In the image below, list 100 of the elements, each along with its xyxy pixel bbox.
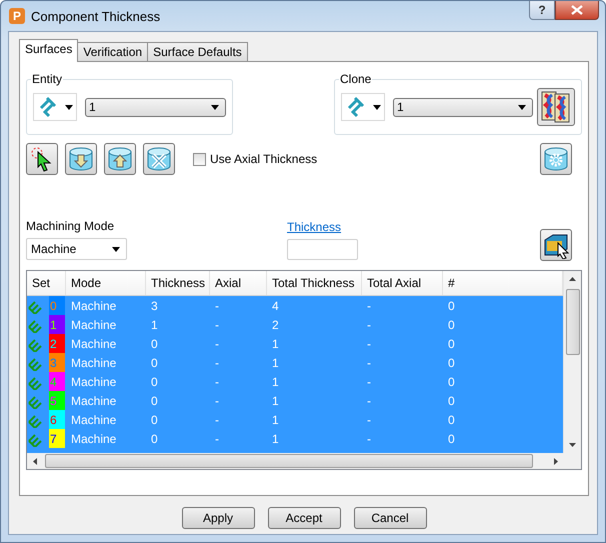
table-row[interactable]: 7 Machine 0 - 1 - 0: [27, 429, 563, 448]
table-cell-text: Machine: [70, 394, 118, 408]
table-cell-text: 0: [447, 394, 456, 408]
table-cell-text: -: [214, 336, 220, 350]
table-cell-text: 1: [271, 356, 280, 370]
table-cell-text: 2: [271, 318, 280, 332]
surface-picker[interactable]: [33, 93, 77, 121]
column-header[interactable]: Mode: [66, 271, 146, 295]
table-cell-text: 0: [150, 412, 159, 426]
cylinder-up-arrow-icon: [107, 146, 133, 172]
table-cell-text: 0: [447, 298, 456, 312]
table-cell-text: -: [214, 356, 220, 370]
table-cell-text: 0: [447, 432, 456, 446]
table-cell-text: 0: [447, 412, 456, 426]
table-cell-text: 4: [271, 298, 280, 312]
table-cell-text: 1: [271, 336, 280, 350]
caret-icon: [211, 104, 219, 110]
clone-button[interactable]: [537, 88, 575, 126]
table-cell-text: 0: [150, 432, 159, 446]
settings-button[interactable]: [540, 143, 572, 175]
table-cell-text: -: [214, 318, 220, 332]
table-cell-text: Machine: [70, 412, 118, 426]
column-header[interactable]: Total Thickness: [267, 271, 362, 295]
twisted-strands-icon: [541, 91, 571, 123]
caret-icon: [373, 104, 381, 110]
table-cell-text: 0: [447, 336, 456, 350]
tab[interactable]: Surfaces: [19, 39, 78, 62]
table-cell-text: 0: [447, 318, 456, 332]
set-color-swatch: 0: [49, 296, 65, 315]
table-cell-text: -: [366, 356, 372, 370]
cursor-icon: [30, 146, 54, 172]
table-cell-text: -: [214, 394, 220, 408]
table-cell-text: 1: [271, 412, 280, 426]
surface-icon: [37, 96, 59, 118]
scroll-up-icon[interactable]: [569, 277, 576, 281]
scrollbar-thumb[interactable]: [45, 454, 533, 468]
cylinder-gear-icon: [543, 146, 569, 172]
group-label: Entity: [31, 72, 64, 86]
move-up-button[interactable]: [104, 143, 136, 175]
close-button[interactable]: [555, 1, 599, 20]
dialog-button[interactable]: Cancel: [354, 507, 426, 529]
set-color-swatch: 2: [49, 334, 65, 353]
table-cell-text: 0: [150, 374, 159, 388]
tab[interactable]: Surface Defaults: [147, 42, 248, 61]
column-header[interactable]: Set: [27, 271, 66, 295]
table-cell-text: Machine: [70, 318, 118, 332]
column-header[interactable]: Total Axial: [362, 271, 443, 295]
table-cell-text: -: [366, 394, 372, 408]
machining-mode-dropdown[interactable]: Machine: [26, 238, 127, 260]
scroll-down-icon[interactable]: [569, 443, 576, 447]
table-cell-text: 1: [271, 394, 280, 408]
help-button[interactable]: ?: [529, 1, 555, 20]
table-cell-text: 1: [271, 374, 280, 388]
table-cell-text: -: [366, 298, 372, 312]
axial-checkbox[interactable]: Use Axial Thickness: [193, 152, 318, 166]
table-cell-text: -: [366, 318, 372, 332]
set-color-swatch: 3: [49, 353, 65, 372]
table-cell-text: -: [366, 412, 372, 426]
table-cell-text: -: [366, 374, 372, 388]
table-cell-text: 0: [150, 394, 159, 408]
thickness-link[interactable]: Thickness: [287, 220, 358, 234]
scroll-right-icon[interactable]: [554, 458, 558, 464]
table-cell-text: 3: [150, 298, 159, 312]
set-color-swatch: 4: [49, 372, 65, 391]
table-cell-text: 1: [150, 318, 159, 332]
caret-icon: [112, 246, 120, 252]
cylinder-cross-icon: [146, 146, 172, 172]
table-cell-text: 1: [271, 432, 280, 446]
table-row[interactable]: 1 Machine 1 - 2 - 0: [27, 315, 563, 334]
table-cell-text: -: [366, 432, 372, 446]
entity-dropdown[interactable]: 1: [85, 98, 226, 116]
scroll-left-icon[interactable]: [33, 458, 37, 464]
delete-button[interactable]: [143, 143, 175, 175]
set-color-swatch: 5: [49, 391, 65, 410]
move-down-button[interactable]: [65, 143, 97, 175]
set-color-swatch: 6: [49, 410, 65, 429]
window-title: Component Thickness: [31, 8, 162, 24]
dialog-button[interactable]: Accept: [268, 507, 340, 529]
dialog-button[interactable]: Apply: [182, 507, 254, 529]
column-header[interactable]: Axial: [210, 271, 267, 295]
surface-picker[interactable]: [341, 93, 385, 121]
table-cell-text: 0: [150, 356, 159, 370]
table-cell-text: 0: [447, 356, 456, 370]
caret-icon: [65, 104, 73, 110]
table-cell-text: Machine: [70, 374, 118, 388]
clone-dropdown[interactable]: 1: [393, 98, 533, 116]
tab[interactable]: Verification: [77, 42, 148, 61]
pick-button[interactable]: [26, 143, 58, 175]
scrollbar-thumb[interactable]: [566, 289, 580, 355]
thickness-field[interactable]: [287, 239, 358, 260]
app-icon: P: [9, 8, 25, 24]
table-cell-text: Machine: [70, 356, 118, 370]
table-cell-text: -: [366, 336, 372, 350]
column-header[interactable]: Thickness: [146, 271, 210, 295]
table-cell-text: Machine: [70, 432, 118, 446]
machining-mode-label: Machining Mode: [26, 219, 116, 233]
table-cell-text: 0: [447, 374, 456, 388]
table-cell-text: -: [214, 298, 220, 312]
table-cell-text: Machine: [70, 336, 118, 350]
select-box-button[interactable]: [540, 229, 572, 261]
